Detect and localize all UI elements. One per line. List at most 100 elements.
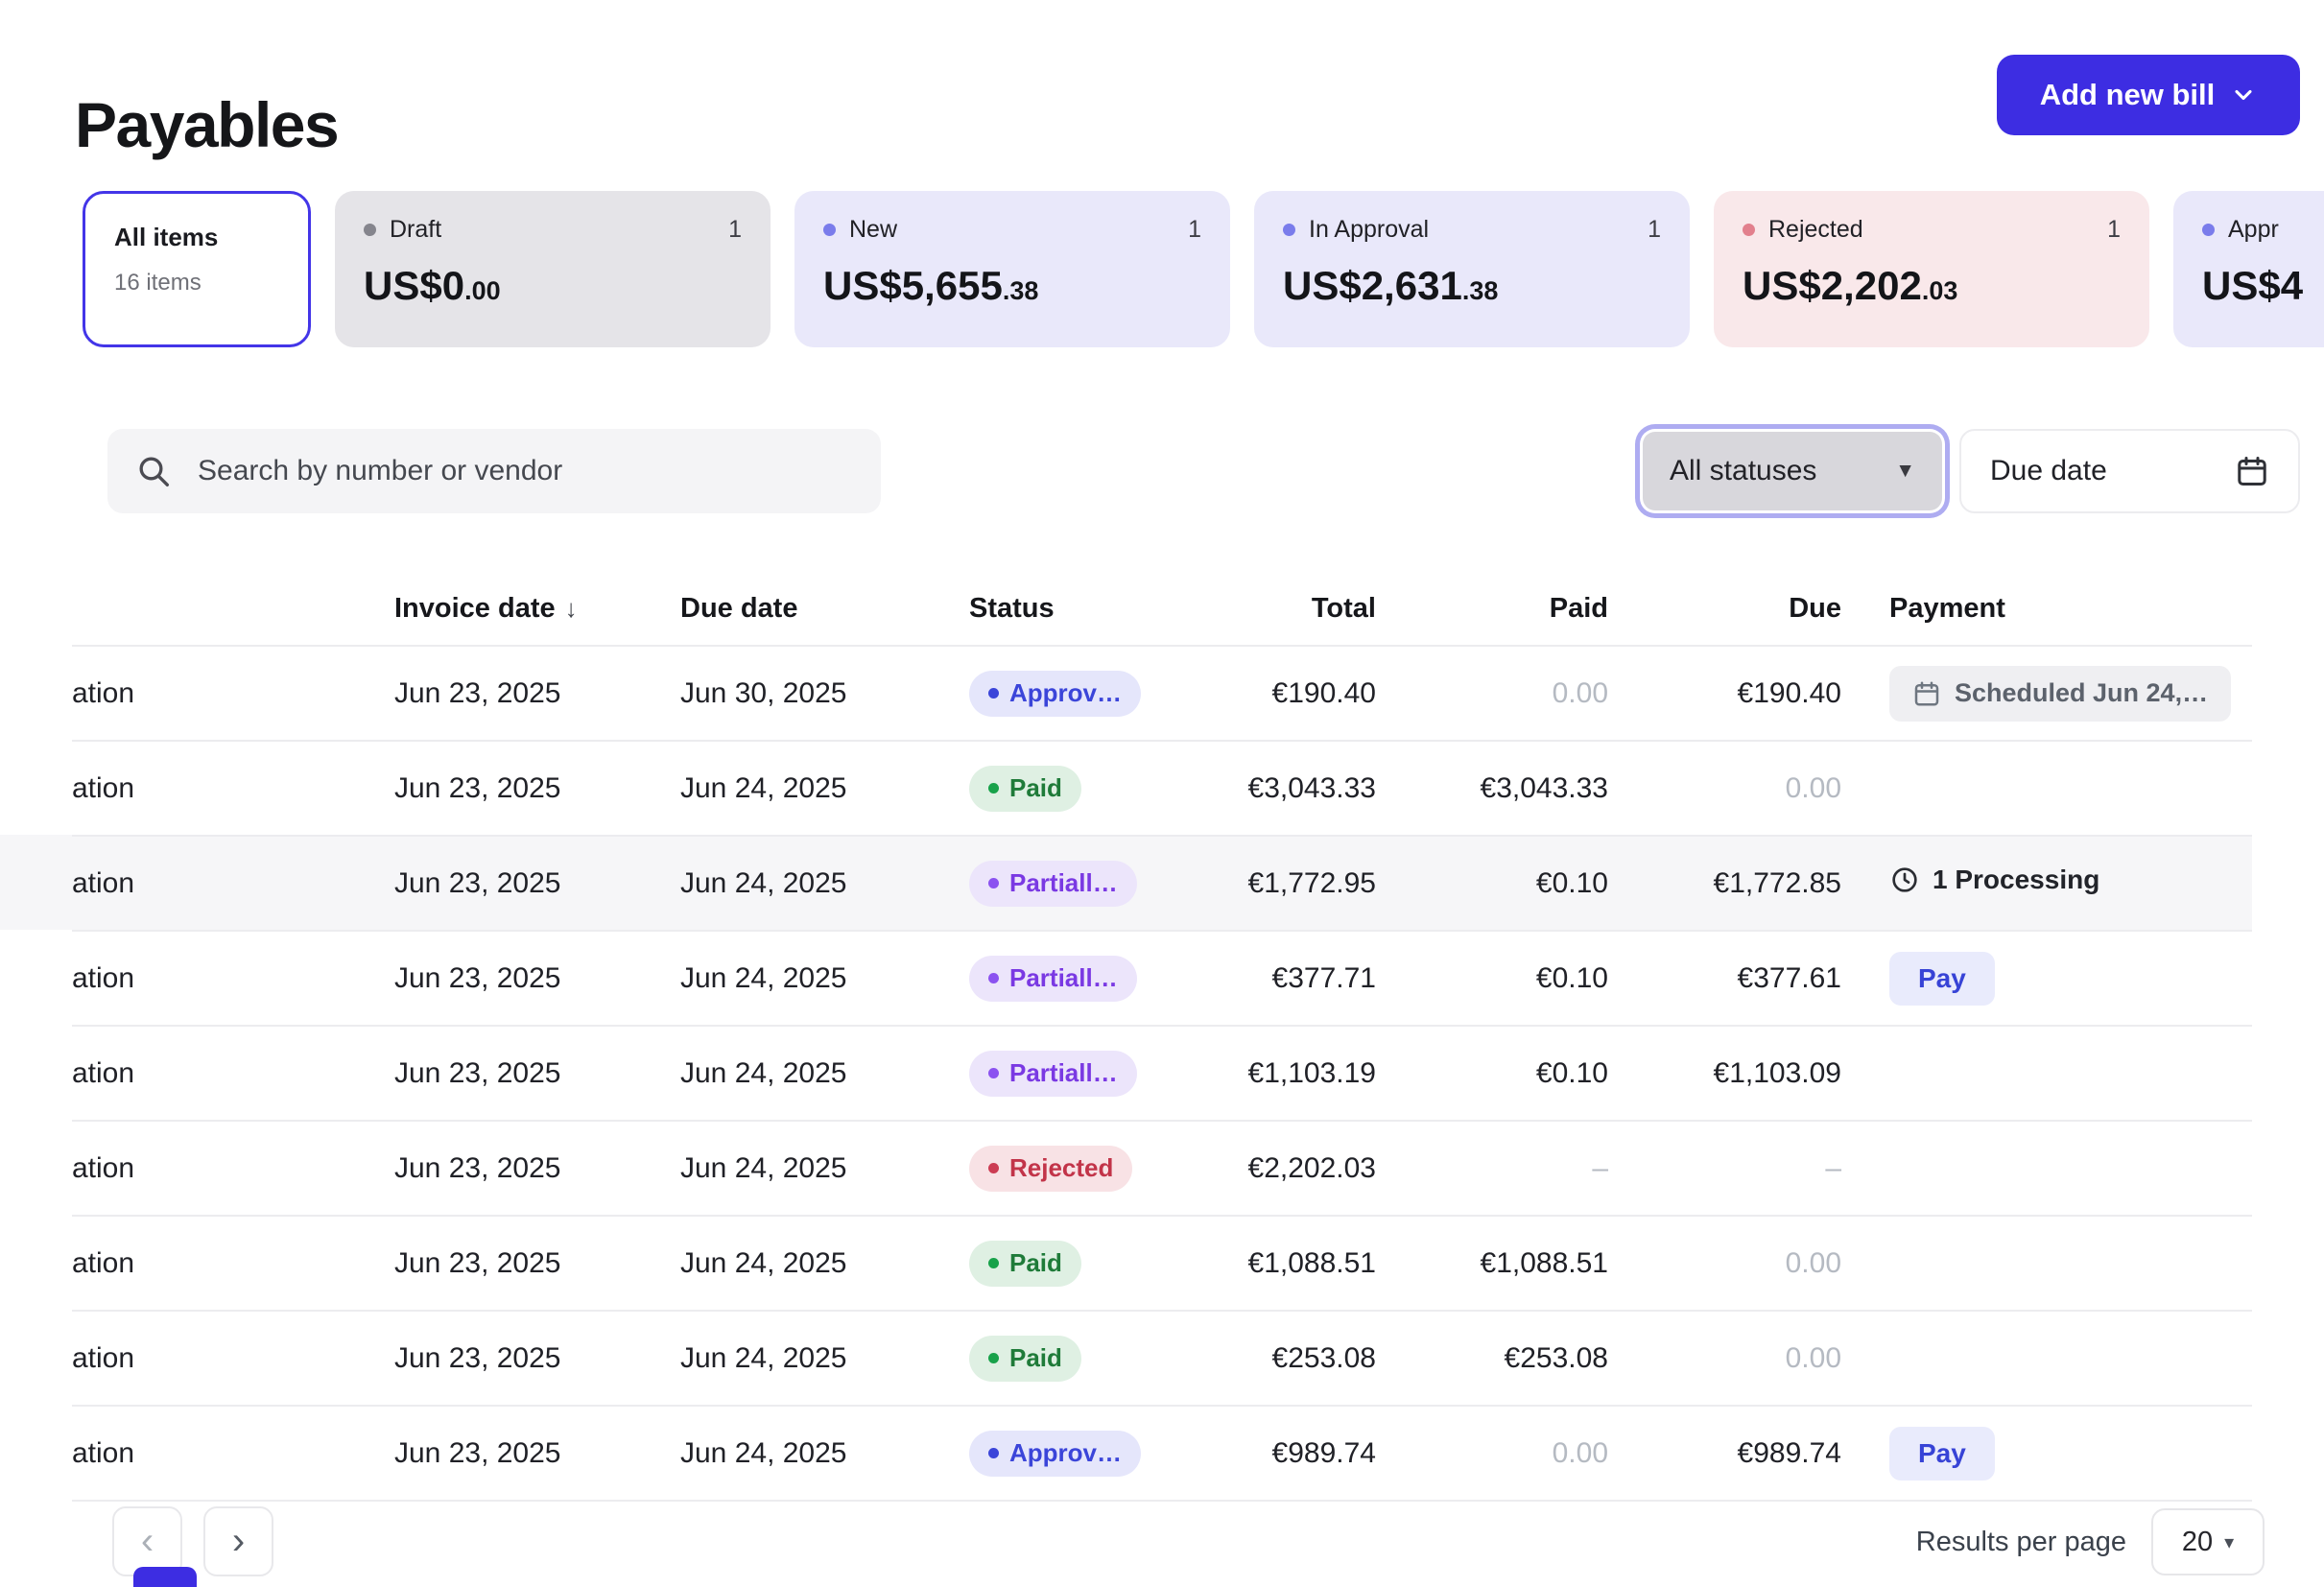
due-date-cell: Jun 24, 2025 xyxy=(680,1057,969,1090)
due-cell: €1,103.09 xyxy=(1608,1057,1841,1090)
header-total: Total xyxy=(1209,593,1376,625)
pay-button[interactable]: Pay xyxy=(1889,952,1995,1006)
status-dot-icon xyxy=(988,878,999,888)
chevron-left-icon: ‹ xyxy=(141,1520,154,1563)
due-cell: – xyxy=(1608,1152,1841,1185)
summary-card-approved-clipped[interactable]: Appr US$4 xyxy=(2173,191,2324,347)
table-row[interactable]: ation Jun 23, 2025 Jun 24, 2025 Paid €1,… xyxy=(72,1215,2252,1310)
card-amount: US$2,631.38 xyxy=(1283,263,1661,309)
status-dot-icon xyxy=(1283,224,1295,236)
status-badge: Partiall… xyxy=(969,861,1137,907)
search-input[interactable] xyxy=(196,454,854,488)
vendor-cell: ation xyxy=(72,772,394,805)
per-page-dropdown[interactable]: 20 ▾ xyxy=(2151,1508,2265,1575)
status-badge: Paid xyxy=(969,766,1081,812)
paid-cell: 0.00 xyxy=(1376,677,1608,710)
card-count: 1 xyxy=(2107,216,2121,244)
status-badge: Approv… xyxy=(969,671,1141,717)
table-row[interactable]: ation Jun 23, 2025 Jun 24, 2025 Partiall… xyxy=(72,930,2252,1025)
due-cell: €1,772.85 xyxy=(1608,867,1841,900)
due-cell: 0.00 xyxy=(1608,1342,1841,1375)
header-due-date: Due date xyxy=(680,593,969,625)
status-dot-icon xyxy=(988,973,999,983)
table-row[interactable]: ation Jun 23, 2025 Jun 24, 2025 Partiall… xyxy=(72,1025,2252,1120)
due-cell: €377.61 xyxy=(1608,962,1841,995)
status-filter-dropdown[interactable]: All statuses ▼ xyxy=(1643,432,1942,510)
total-cell: €1,088.51 xyxy=(1209,1247,1376,1280)
status-dot-icon xyxy=(988,783,999,794)
total-cell: €1,103.19 xyxy=(1209,1057,1376,1090)
status-filter-value: All statuses xyxy=(1670,455,1816,487)
header-invoice-date[interactable]: Invoice date↓ xyxy=(394,593,680,625)
summary-card-new[interactable]: New 1 US$5,655.38 xyxy=(794,191,1230,347)
calendar-icon xyxy=(1912,679,1941,708)
card-label: In Approval xyxy=(1309,216,1429,244)
scheduled-payment-badge[interactable]: Scheduled Jun 24,… xyxy=(1889,666,2231,722)
total-cell: €253.08 xyxy=(1209,1342,1376,1375)
add-new-bill-button[interactable]: Add new bill xyxy=(1997,55,2300,135)
status-dot-icon xyxy=(2202,224,2215,236)
status-dot-icon xyxy=(364,224,376,236)
status-badge: Approv… xyxy=(969,1431,1141,1477)
due-date-cell: Jun 30, 2025 xyxy=(680,677,969,710)
due-cell: €989.74 xyxy=(1608,1437,1841,1470)
card-amount: US$0.00 xyxy=(364,263,742,309)
summary-card-draft[interactable]: Draft 1 US$0.00 xyxy=(335,191,771,347)
table-row[interactable]: ation Jun 23, 2025 Jun 24, 2025 Rejected… xyxy=(72,1120,2252,1215)
due-date-cell: Jun 24, 2025 xyxy=(680,1342,969,1375)
paid-cell: €3,043.33 xyxy=(1376,772,1608,805)
table-row[interactable]: ation Jun 23, 2025 Jun 24, 2025 Paid €3,… xyxy=(72,740,2252,835)
due-cell: 0.00 xyxy=(1608,772,1841,805)
status-dot-icon xyxy=(988,1258,999,1268)
summary-card-in-approval[interactable]: In Approval 1 US$2,631.38 xyxy=(1254,191,1690,347)
total-cell: €3,043.33 xyxy=(1209,772,1376,805)
vendor-cell: ation xyxy=(72,1247,394,1280)
due-cell: 0.00 xyxy=(1608,1247,1841,1280)
due-date-filter-button[interactable]: Due date xyxy=(1959,429,2300,513)
sort-desc-icon: ↓ xyxy=(565,594,578,623)
card-sublabel: 16 items xyxy=(114,270,279,296)
invoice-date-cell: Jun 23, 2025 xyxy=(394,1342,680,1375)
status-dot-icon xyxy=(823,224,836,236)
due-date-cell: Jun 24, 2025 xyxy=(680,1247,969,1280)
paid-cell: €253.08 xyxy=(1376,1342,1608,1375)
table-row[interactable]: ation Jun 23, 2025 Jun 24, 2025 Approv… … xyxy=(72,1405,2252,1502)
chevron-right-icon: › xyxy=(232,1520,245,1563)
status-dot-icon xyxy=(988,1163,999,1173)
per-page-value: 20 xyxy=(2182,1527,2213,1558)
status-dot-icon xyxy=(988,1448,999,1458)
add-new-bill-label: Add new bill xyxy=(2040,78,2216,112)
vendor-cell: ation xyxy=(72,962,394,995)
total-cell: €2,202.03 xyxy=(1209,1152,1376,1185)
card-count: 1 xyxy=(1648,216,1661,244)
total-cell: €1,772.95 xyxy=(1209,867,1376,900)
due-cell: €190.40 xyxy=(1608,677,1841,710)
chevron-down-icon xyxy=(2230,82,2257,108)
summary-card-all-items[interactable]: All items 16 items xyxy=(83,191,311,347)
paid-cell: €0.10 xyxy=(1376,1057,1608,1090)
card-label: Draft xyxy=(390,216,441,244)
status-badge: Paid xyxy=(969,1241,1081,1287)
status-badge: Partiall… xyxy=(969,1051,1137,1097)
table-row[interactable]: ation Jun 23, 2025 Jun 24, 2025 Partiall… xyxy=(72,835,2252,930)
paid-cell: €1,088.51 xyxy=(1376,1247,1608,1280)
status-dot-icon xyxy=(988,688,999,699)
summary-card-rejected[interactable]: Rejected 1 US$2,202.03 xyxy=(1714,191,2149,347)
pay-button[interactable]: Pay xyxy=(1889,1427,1995,1480)
vendor-cell: ation xyxy=(72,1152,394,1185)
search-box xyxy=(107,429,881,513)
status-badge: Partiall… xyxy=(969,956,1137,1002)
total-cell: €377.71 xyxy=(1209,962,1376,995)
table-header-row: Invoice date↓ Due date Status Total Paid… xyxy=(72,572,2252,645)
header-paid: Paid xyxy=(1376,593,1608,625)
table-row[interactable]: ation Jun 23, 2025 Jun 30, 2025 Approv… … xyxy=(72,645,2252,740)
header-due: Due xyxy=(1608,593,1841,625)
card-label: All items xyxy=(114,223,279,252)
pagination-next-button[interactable]: › xyxy=(203,1506,273,1576)
search-icon xyxy=(134,452,173,490)
table-row[interactable]: ation Jun 23, 2025 Jun 24, 2025 Paid €25… xyxy=(72,1310,2252,1405)
clipped-blue-element[interactable] xyxy=(133,1567,197,1587)
invoice-date-cell: Jun 23, 2025 xyxy=(394,677,680,710)
payables-table: Invoice date↓ Due date Status Total Paid… xyxy=(72,572,2252,1502)
card-label: New xyxy=(849,216,897,244)
